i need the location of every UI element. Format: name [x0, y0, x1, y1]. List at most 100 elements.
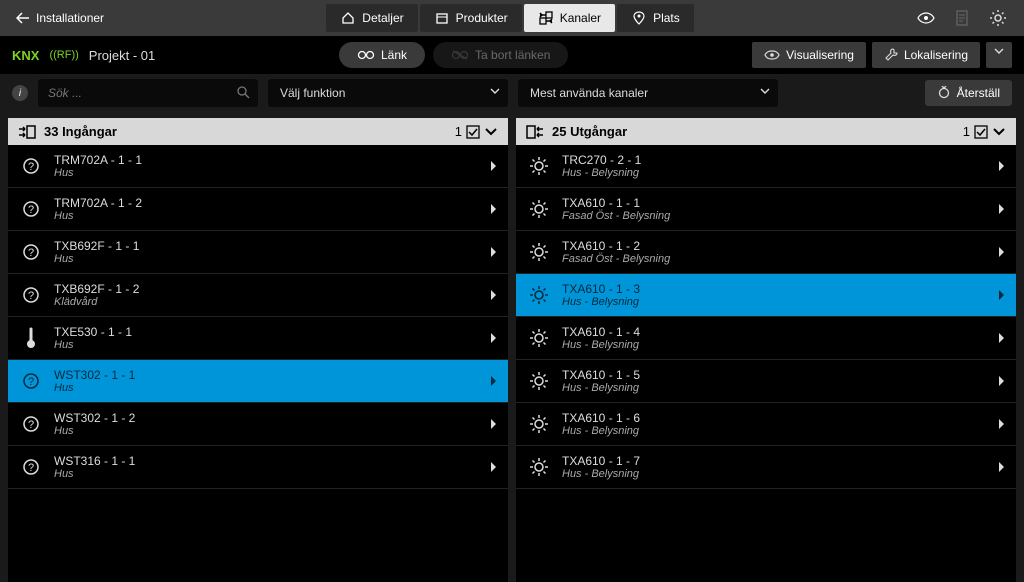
back-button[interactable]: Installationer: [8, 11, 112, 25]
chevron-right-icon: [998, 332, 1006, 344]
unlink-label: Ta bort länken: [475, 48, 550, 62]
doc-icon: [955, 10, 969, 26]
item-text: TXA610 - 1 - 5Hus - Belysning: [562, 368, 988, 394]
item-text: WST316 - 1 - 1Hus: [54, 454, 480, 480]
chevron-right-icon: [490, 203, 498, 215]
list-item[interactable]: ?TRM702A - 1 - 1Hus: [8, 145, 508, 188]
list-item[interactable]: ?TRM702A - 1 - 2Hus: [8, 188, 508, 231]
eye-icon: [764, 50, 780, 60]
item-text: TRC270 - 2 - 1Hus - Belysning: [562, 153, 988, 179]
search-input[interactable]: [38, 79, 258, 107]
chevron-right-icon: [998, 375, 1006, 387]
list-item[interactable]: ?TXB692F - 1 - 2Klädvård: [8, 274, 508, 317]
home-icon: [340, 10, 356, 26]
item-subtitle: Hus: [54, 167, 480, 179]
list-item[interactable]: TXA610 - 1 - 7Hus - Belysning: [516, 446, 1016, 489]
item-title: TXA610 - 1 - 2: [562, 239, 988, 253]
list-item[interactable]: TXA610 - 1 - 6Hus - Belysning: [516, 403, 1016, 446]
thermometer-icon: [18, 325, 44, 351]
reset-button[interactable]: Återställ: [925, 80, 1012, 106]
svg-text:?: ?: [28, 376, 34, 388]
settings-button[interactable]: [984, 6, 1012, 30]
item-title: TRM702A - 1 - 1: [54, 153, 480, 167]
visualization-label: Visualisering: [786, 48, 854, 62]
reset-label: Återställ: [957, 86, 1000, 100]
list-item[interactable]: ? WST302 - 1 - 1Hus: [8, 360, 508, 403]
inputs-icon: [18, 125, 36, 139]
tab-details[interactable]: Detaljer: [326, 4, 417, 32]
unknown-icon: ?: [18, 411, 44, 437]
item-title: TXB692F - 1 - 2: [54, 282, 480, 296]
link-button[interactable]: Länk: [339, 42, 425, 68]
item-title: TXB692F - 1 - 1: [54, 239, 480, 253]
list-item[interactable]: TXA610 - 1 - 1Fasad Öst - Belysning: [516, 188, 1016, 231]
chevron-right-icon: [998, 289, 1006, 301]
list-item[interactable]: TRC270 - 2 - 1Hus - Belysning: [516, 145, 1016, 188]
project-name: Projekt - 01: [89, 48, 155, 63]
item-text: WST302 - 1 - 1Hus: [54, 368, 480, 394]
unknown-icon: ?: [18, 454, 44, 480]
function-dropdown-label: Välj funktion: [280, 86, 345, 100]
columns: 33 Ingångar 1 ?TRM702A - 1 - 1Hus?TRM702…: [0, 112, 1024, 582]
caret-down-icon: [490, 88, 500, 94]
chevron-right-icon: [998, 203, 1006, 215]
list-item[interactable]: TXA610 - 1 - 5Hus - Belysning: [516, 360, 1016, 403]
list-item[interactable]: TXA610 - 1 - 4Hus - Belysning: [516, 317, 1016, 360]
eye-button[interactable]: [912, 6, 940, 30]
most-used-dropdown[interactable]: Mest använda kanaler: [518, 79, 778, 107]
search-wrap: [38, 79, 258, 107]
doc-button[interactable]: [948, 6, 976, 30]
item-subtitle: Fasad Öst - Belysning: [562, 253, 988, 265]
inputs-selected-count: 1: [455, 124, 498, 139]
item-title: TRC270 - 2 - 1: [562, 153, 988, 167]
svg-text:?: ?: [28, 419, 34, 431]
item-subtitle: Fasad Öst - Belysning: [562, 210, 988, 222]
item-text: TXA610 - 1 - 7Hus - Belysning: [562, 454, 988, 480]
item-subtitle: Hus: [54, 210, 480, 222]
visualization-button[interactable]: Visualisering: [752, 42, 866, 68]
unlink-button[interactable]: Ta bort länken: [433, 42, 568, 68]
chevron-right-icon: [490, 246, 498, 258]
item-title: TXA610 - 1 - 4: [562, 325, 988, 339]
localization-button[interactable]: Lokalisering: [872, 42, 980, 68]
chevron-down-icon[interactable]: [484, 128, 498, 136]
unlink-icon: [451, 50, 469, 60]
unknown-icon: ?: [18, 239, 44, 265]
chevron-right-icon: [490, 375, 498, 387]
item-text: TXA610 - 1 - 6Hus - Belysning: [562, 411, 988, 437]
item-title: TXA610 - 1 - 6: [562, 411, 988, 425]
search-icon: [236, 85, 250, 99]
knx-logo: KNX: [12, 48, 39, 63]
svg-text:?: ?: [28, 290, 34, 302]
function-dropdown[interactable]: Välj funktion: [268, 79, 508, 107]
info-icon[interactable]: i: [12, 85, 28, 101]
unknown-icon: ?: [18, 282, 44, 308]
item-title: TXA610 - 1 - 7: [562, 454, 988, 468]
tab-channels[interactable]: Kanaler: [524, 4, 615, 32]
item-title: WST316 - 1 - 1: [54, 454, 480, 468]
item-text: TXA610 - 1 - 2Fasad Öst - Belysning: [562, 239, 988, 265]
caret-down-icon: [760, 88, 770, 94]
tab-label: Produkter: [456, 11, 508, 25]
chevron-right-icon: [998, 160, 1006, 172]
list-item[interactable]: ?WST302 - 1 - 2Hus: [8, 403, 508, 446]
chevron-down-icon[interactable]: [992, 128, 1006, 136]
list-item[interactable]: TXA610 - 1 - 3Hus - Belysning: [516, 274, 1016, 317]
pin-icon: [631, 10, 647, 26]
outputs-list[interactable]: TRC270 - 2 - 1Hus - BelysningTXA610 - 1 …: [516, 145, 1016, 582]
list-item[interactable]: ? TXB692F - 1 - 1Hus: [8, 231, 508, 274]
tab-location[interactable]: Plats: [617, 4, 694, 32]
tab-products[interactable]: Produkter: [420, 4, 522, 32]
item-subtitle: Hus: [54, 253, 480, 265]
chevron-right-icon: [490, 461, 498, 473]
list-item[interactable]: TXA610 - 1 - 2Fasad Öst - Belysning: [516, 231, 1016, 274]
item-subtitle: Hus - Belysning: [562, 382, 988, 394]
tab-label: Detaljer: [362, 11, 403, 25]
localization-more-button[interactable]: [986, 42, 1012, 68]
list-item[interactable]: TXE530 - 1 - 1Hus: [8, 317, 508, 360]
box-icon: [434, 10, 450, 26]
gear-icon: [989, 9, 1007, 27]
inputs-list[interactable]: ?TRM702A - 1 - 1Hus?TRM702A - 1 - 2Hus?T…: [8, 145, 508, 582]
light-icon: [526, 325, 552, 351]
list-item[interactable]: ? WST316 - 1 - 1Hus: [8, 446, 508, 489]
